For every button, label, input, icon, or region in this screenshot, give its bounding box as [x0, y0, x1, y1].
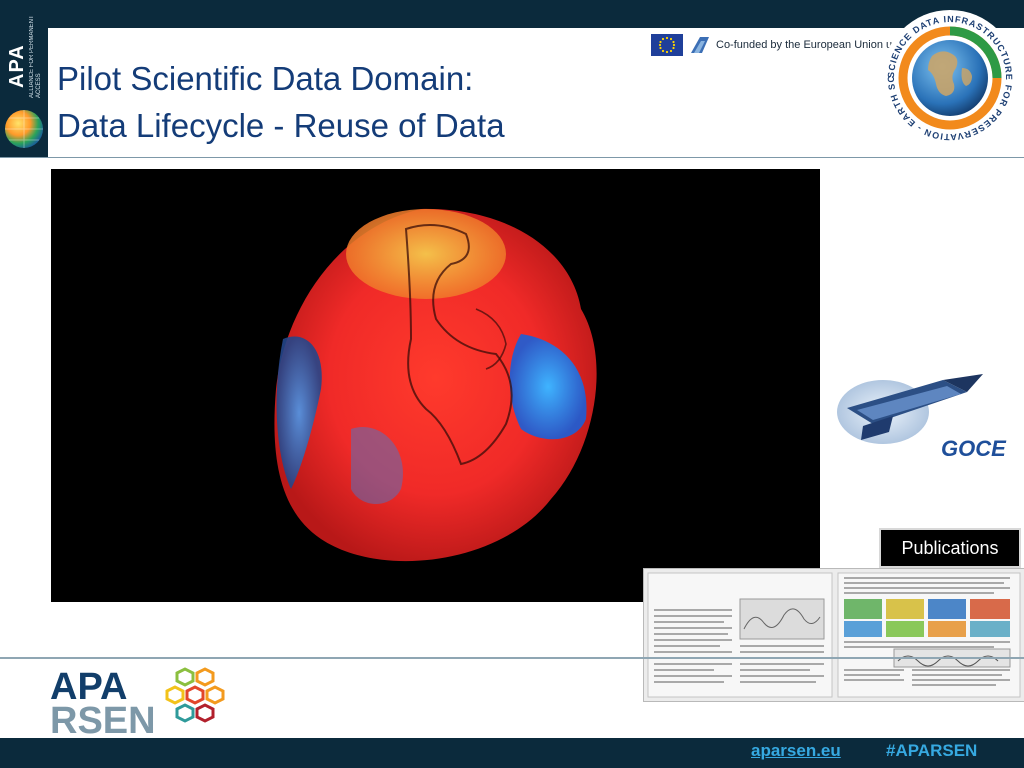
publications-label: Publications [879, 528, 1021, 568]
apa-side-logo: APA ALLIANCE FOR PERMANENT ACCESS [0, 0, 48, 158]
geoid-globe-graphic [274, 208, 597, 562]
aparsen-logo: APA RSEN [50, 666, 225, 735]
apa-side-tagline: ALLIANCE FOR PERMANENT ACCESS [29, 15, 42, 98]
footer-hashtag: #APARSEN [886, 741, 978, 760]
goce-logo-text: GOCE [941, 436, 1007, 461]
earth-science-badge: SCIENCE DATA INFRASTRUCTURE FOR PRESERVA… [880, 8, 1018, 146]
page-title-line-2: Data Lifecycle - Reuse of Data [57, 107, 505, 144]
top-bar [0, 0, 1024, 28]
globe-icon [5, 110, 43, 148]
geoid-image [51, 169, 820, 602]
aparsen-logo-line-2: RSEN [50, 700, 156, 735]
footer-website-link[interactable]: aparsen.eu [751, 741, 841, 761]
goce-logo: GOCE [837, 374, 1007, 461]
page-title-line-1: Pilot Scientific Data Domain: [57, 60, 474, 97]
footer-divider [0, 657, 1024, 659]
fp7-logo-icon [691, 37, 709, 53]
publications-papers-image [643, 568, 1024, 702]
apa-side-letters: APA [6, 44, 28, 88]
bottom-bar [0, 738, 1024, 768]
header-divider [0, 157, 1024, 158]
eu-flag-icon [651, 34, 683, 56]
